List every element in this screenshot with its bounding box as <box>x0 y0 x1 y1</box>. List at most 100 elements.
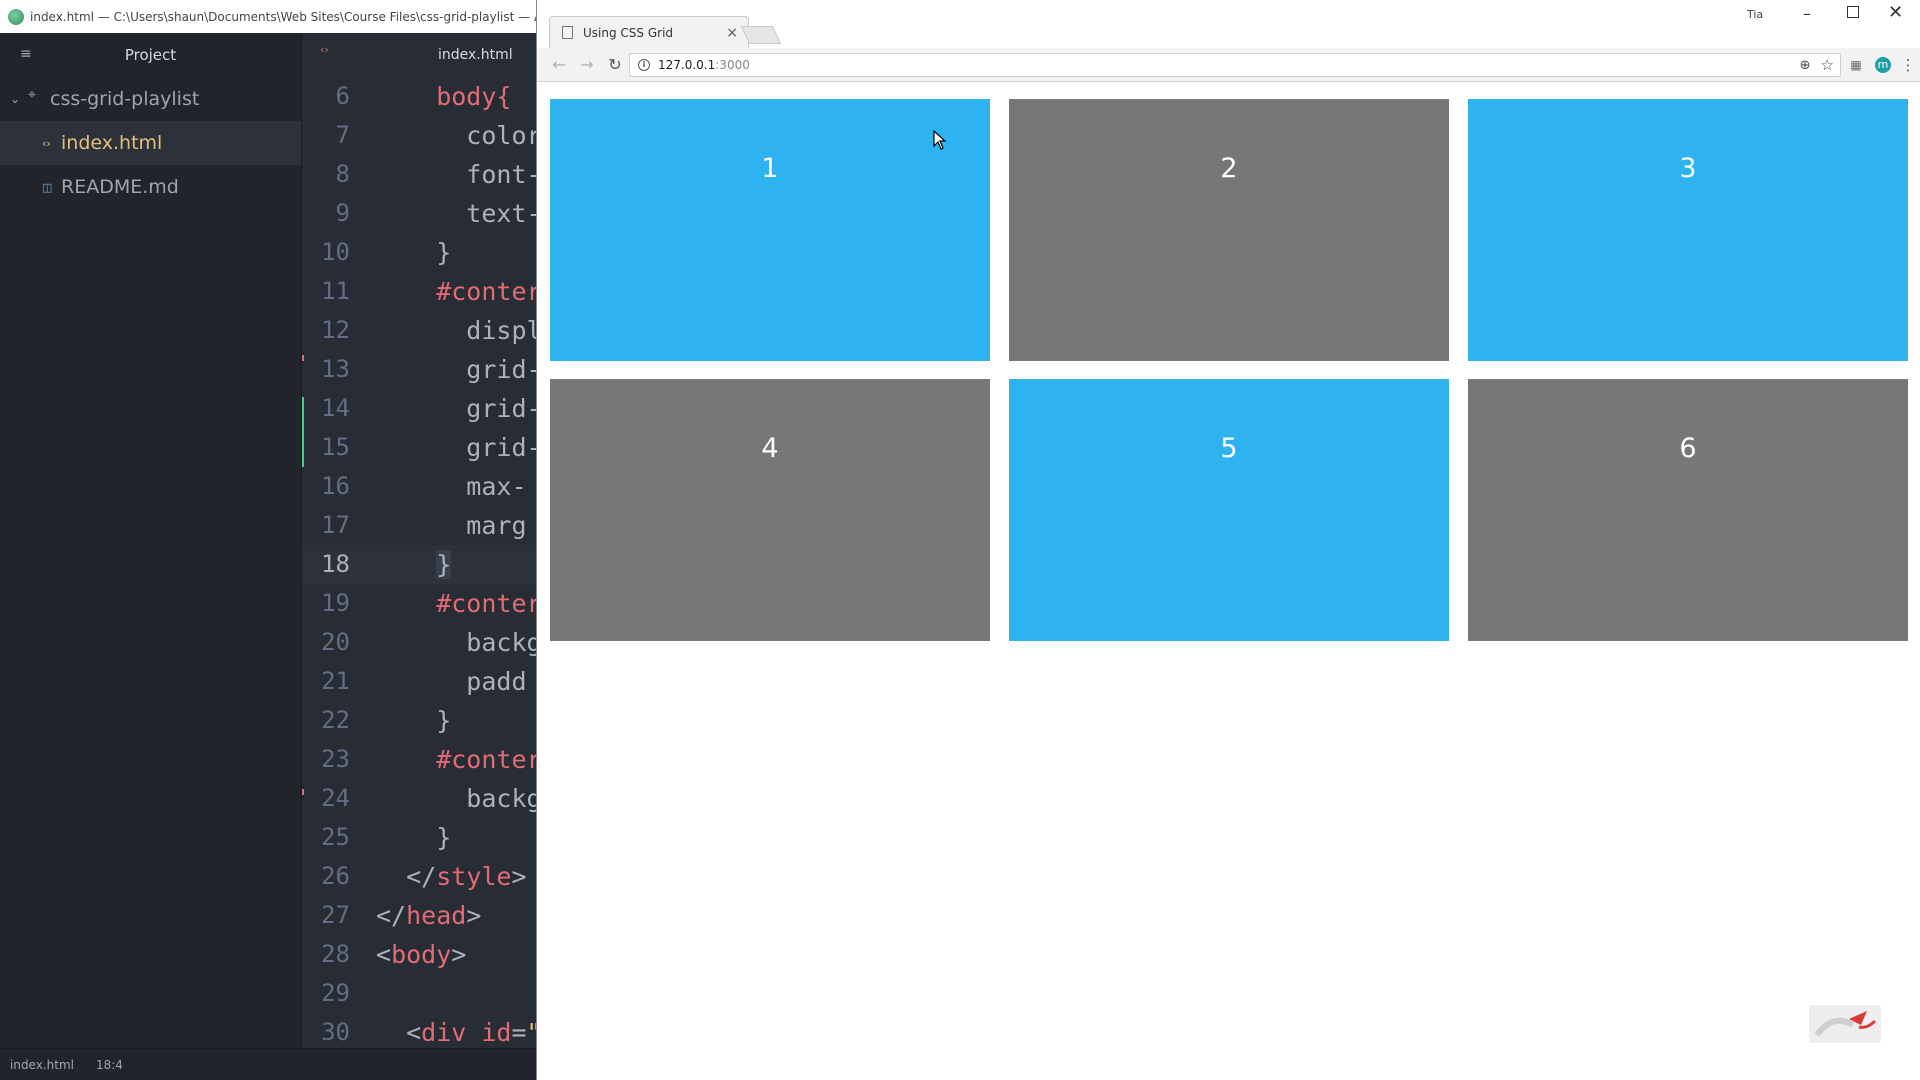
code-line[interactable]: 27 </head> <box>302 896 536 935</box>
line-number: 25 <box>321 823 350 851</box>
line-number: 18 <box>321 550 350 578</box>
code-line[interactable]: 21 padd <box>302 662 536 701</box>
code-line[interactable]: 7 color <box>302 116 536 155</box>
code-line[interactable]: 18 } <box>302 545 536 584</box>
code-token: = <box>511 1018 527 1047</box>
code-line[interactable]: 10 } <box>302 233 536 272</box>
code-line[interactable]: 6 body{ <box>302 77 536 116</box>
bookmark-star-icon[interactable]: ☆ <box>1821 56 1834 74</box>
hamburger-icon[interactable]: ≡ <box>20 46 32 62</box>
close-window-icon[interactable]: ✕ <box>1888 2 1903 23</box>
code-editor[interactable]: ‹› index.html 6 body{7 color 8 font- 9 tex… <box>302 33 536 1048</box>
forward-arrow-icon[interactable]: → <box>573 55 601 74</box>
browser-window: Using CSS Grid × Tia – ✕ ← → ↻ i 127.0.0… <box>536 0 1920 1080</box>
line-number: 12 <box>321 316 350 344</box>
code-line[interactable]: 8 font- <box>302 155 536 194</box>
line-number: 19 <box>321 589 350 617</box>
css-grid-container: 123 456 <box>550 99 1908 641</box>
tree-title: Project <box>124 46 177 64</box>
code-line[interactable]: 25 } <box>302 818 536 857</box>
code-line[interactable]: 17 marg <box>302 506 536 545</box>
atom-logo-icon <box>8 8 24 25</box>
line-number: 22 <box>321 706 350 734</box>
info-icon[interactable]: i <box>638 59 650 71</box>
code-line[interactable]: 23 #conter <box>302 740 536 779</box>
line-number: 21 <box>321 667 350 695</box>
menu-icon[interactable]: ⋮ <box>1899 56 1917 74</box>
code-line[interactable]: 29 <box>302 974 536 1013</box>
extension-grid-icon[interactable]: ▦ <box>1847 56 1865 74</box>
code-token: } <box>376 706 452 735</box>
line-number: 8 <box>335 160 350 188</box>
atom-title-bar[interactable]: index.html — C:\Users\shaun\Documents\We… <box>0 0 536 33</box>
code-line[interactable]: 14 grid- <box>302 389 536 428</box>
line-number: 6 <box>335 82 350 110</box>
atom-window-title: index.html — C:\Users\shaun\Documents\We… <box>30 9 536 24</box>
line-number: 11 <box>321 277 350 305</box>
code-line[interactable]: 30 <div id="c <box>302 1013 536 1048</box>
code-token: grid- <box>376 394 536 423</box>
code-line[interactable]: 24 backg <box>302 779 536 818</box>
code-token: #conter <box>376 277 536 306</box>
tree-root-folder[interactable]: ⌄ ⌖ css-grid-playlist <box>0 77 301 121</box>
code-token: #conter <box>376 589 536 618</box>
code-token: backg <box>376 628 536 657</box>
code-token: < <box>376 940 392 969</box>
project-tree-panel: ≡ Project ⌄ ⌖ css-grid-playlist ‹› index… <box>0 33 302 1048</box>
code-text: grid- <box>376 350 536 389</box>
code-text: marg <box>376 506 527 545</box>
code-line[interactable]: 11 #conter <box>302 272 536 311</box>
code-line[interactable]: 9 text- <box>302 194 536 233</box>
code-text: <div id="c <box>376 1013 536 1048</box>
reload-icon[interactable]: ↻ <box>601 55 629 74</box>
code-token: grid- <box>376 355 536 384</box>
code-text: backg <box>376 623 536 662</box>
code-line[interactable]: 12 displa <box>302 311 536 350</box>
code-line[interactable]: 19 #conter <box>302 584 536 623</box>
code-line[interactable]: 26 </style> <box>302 857 536 896</box>
profile-name[interactable]: Tia <box>1747 8 1763 21</box>
code-token: text- <box>376 199 536 228</box>
url-text[interactable]: 127.0.0.1:3000 <box>658 58 1800 72</box>
code-line[interactable]: 16 max- <box>302 467 536 506</box>
minimize-icon[interactable]: – <box>1803 4 1811 23</box>
line-number: 24 <box>321 784 350 812</box>
extension-m-icon[interactable]: m <box>1875 57 1891 73</box>
tree-file-readme[interactable]: ◫ README.md <box>0 165 301 209</box>
code-text: font- <box>376 155 536 194</box>
tree-file-label: README.md <box>61 176 179 198</box>
code-lines[interactable]: 6 body{7 color 8 font- 9 text- 10 } 11 #cont… <box>302 77 536 1048</box>
code-token: marg <box>376 511 527 540</box>
page-viewport: 123 456 <box>537 83 1920 1080</box>
close-icon[interactable]: × <box>726 25 738 41</box>
code-token: body <box>391 940 452 969</box>
code-text: displa <box>376 311 536 350</box>
code-line[interactable]: 13 grid- <box>302 350 536 389</box>
line-number: 20 <box>321 628 350 656</box>
chevron-down-icon[interactable]: ⌄ <box>10 92 28 106</box>
code-file-icon: ‹› <box>320 43 329 56</box>
status-file-name[interactable]: index.html <box>10 1058 74 1072</box>
line-number: 17 <box>321 511 350 539</box>
line-number: 10 <box>321 238 350 266</box>
code-line[interactable]: 22 } <box>302 701 536 740</box>
address-bar[interactable]: i 127.0.0.1:3000 ⊕ ☆ <box>629 53 1841 77</box>
watermark-logo <box>1809 1005 1881 1043</box>
code-line[interactable]: 28 <body> <box>302 935 536 974</box>
line-number: 15 <box>321 433 350 461</box>
tab-index-html[interactable]: ‹› index.html <box>302 33 536 77</box>
status-cursor-position[interactable]: 18:4 <box>96 1058 123 1072</box>
zoom-icon[interactable]: ⊕ <box>1800 58 1811 73</box>
code-text: grid- <box>376 389 536 428</box>
code-token: > <box>466 901 482 930</box>
tab-label: index.html <box>438 47 513 63</box>
browser-tab[interactable]: Using CSS Grid × <box>549 16 749 48</box>
tree-file-index-html[interactable]: ‹› index.html <box>0 121 301 165</box>
tree-header: ≡ Project <box>0 33 301 77</box>
code-token: backg <box>376 784 536 813</box>
code-text: </head> <box>376 896 481 935</box>
code-line[interactable]: 15 grid- <box>302 428 536 467</box>
code-line[interactable]: 20 backg <box>302 623 536 662</box>
maximize-icon[interactable] <box>1847 6 1859 18</box>
back-arrow-icon[interactable]: ← <box>545 55 573 74</box>
